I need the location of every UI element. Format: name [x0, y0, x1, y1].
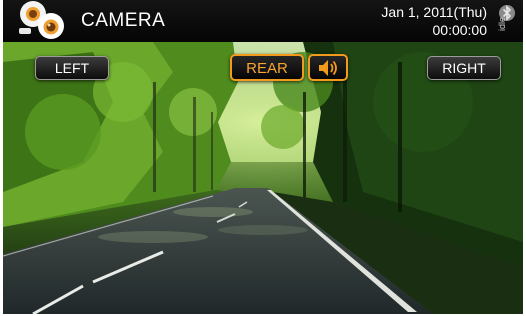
bluetooth-status: idle	[495, 4, 519, 40]
camera-screen: CAMERA Jan 1, 2011(Thu) 00:00:00 idle LE…	[0, 0, 526, 316]
time-display: 00:00:00	[432, 22, 488, 38]
left-camera-button[interactable]: LEFT	[35, 56, 109, 80]
sound-button[interactable]	[308, 54, 348, 81]
rear-camera-feed: LEFT REAR RIGHT	[3, 42, 523, 314]
header-bar: CAMERA Jan 1, 2011(Thu) 00:00:00 idle	[3, 0, 523, 42]
rear-camera-button[interactable]: REAR	[230, 54, 304, 81]
page-title: CAMERA	[81, 10, 166, 31]
right-camera-button[interactable]: RIGHT	[427, 56, 501, 80]
date-display: Jan 1, 2011(Thu)	[381, 4, 487, 20]
camera-app-icon[interactable]	[11, 0, 73, 42]
speaker-icon	[319, 60, 337, 76]
bluetooth-status-label: idle	[497, 16, 507, 31]
